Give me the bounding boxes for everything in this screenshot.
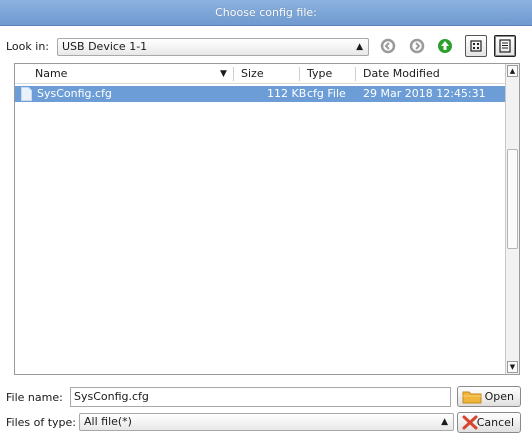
parent-directory-icon — [438, 39, 452, 53]
file-name-label: File name: — [6, 391, 63, 404]
parent-directory-button[interactable] — [434, 35, 456, 57]
scroll-down-button[interactable]: ▼ — [507, 361, 518, 373]
file-date-cell: 29 Mar 2018 12:45:31 — [363, 87, 486, 100]
folder-icon — [462, 391, 482, 404]
detail-view-icon — [499, 39, 511, 53]
cancel-label: Cancel — [476, 416, 514, 429]
cancel-button[interactable]: Cancel — [457, 412, 521, 433]
forward-button[interactable] — [406, 35, 428, 57]
look-in-label: Look in: — [6, 40, 49, 53]
look-in-value: USB Device 1-1 — [62, 40, 148, 53]
list-view-button[interactable] — [465, 35, 487, 57]
open-button[interactable]: Open — [457, 386, 521, 407]
file-icon — [21, 87, 32, 101]
file-row[interactable]: SysConfig.cfg 112 KB cfg File 29 Mar 201… — [15, 86, 505, 102]
files-of-type-combo[interactable]: All file(*) ▲ — [79, 413, 454, 431]
files-of-type-value: All file(*) — [84, 415, 132, 428]
cancel-x-icon — [462, 415, 478, 430]
back-button[interactable] — [377, 35, 399, 57]
forward-icon — [409, 38, 425, 54]
column-size-header[interactable]: Size — [235, 64, 264, 84]
column-name-header[interactable]: Name — [29, 64, 67, 84]
column-divider — [299, 67, 300, 81]
column-divider — [355, 67, 356, 81]
open-label: Open — [484, 390, 514, 403]
vertical-scrollbar[interactable]: ▲ ▼ — [505, 64, 519, 374]
file-size-cell: 112 KB — [267, 87, 307, 100]
column-divider — [233, 67, 234, 81]
combo-arrows-icon: ▲ — [441, 417, 448, 427]
column-type-header[interactable]: Type — [301, 64, 332, 84]
sort-descending-icon: ▼ — [220, 69, 227, 79]
files-of-type-label: Files of type: — [6, 416, 77, 429]
list-view-icon — [470, 40, 482, 52]
file-list-header: Name ▼ Size Type Date Modified — [15, 64, 505, 84]
choose-config-dialog: Choose config file: Look in: USB Device … — [0, 0, 532, 438]
column-date-header[interactable]: Date Modified — [357, 64, 440, 84]
scroll-thumb[interactable] — [507, 149, 518, 249]
window-title: Choose config file: — [0, 0, 532, 26]
scroll-up-button[interactable]: ▲ — [507, 65, 518, 77]
back-icon — [380, 38, 396, 54]
file-type-cell: cfg File — [307, 87, 346, 100]
file-list[interactable]: Name ▼ Size Type Date Modified SysConfig… — [14, 63, 520, 375]
look-in-combo[interactable]: USB Device 1-1 ▲ — [57, 38, 369, 56]
detail-view-button[interactable] — [494, 35, 516, 57]
file-name-input[interactable]: SysConfig.cfg — [70, 387, 451, 407]
file-name-cell: SysConfig.cfg — [37, 87, 112, 100]
combo-arrows-icon: ▲ — [356, 42, 363, 52]
